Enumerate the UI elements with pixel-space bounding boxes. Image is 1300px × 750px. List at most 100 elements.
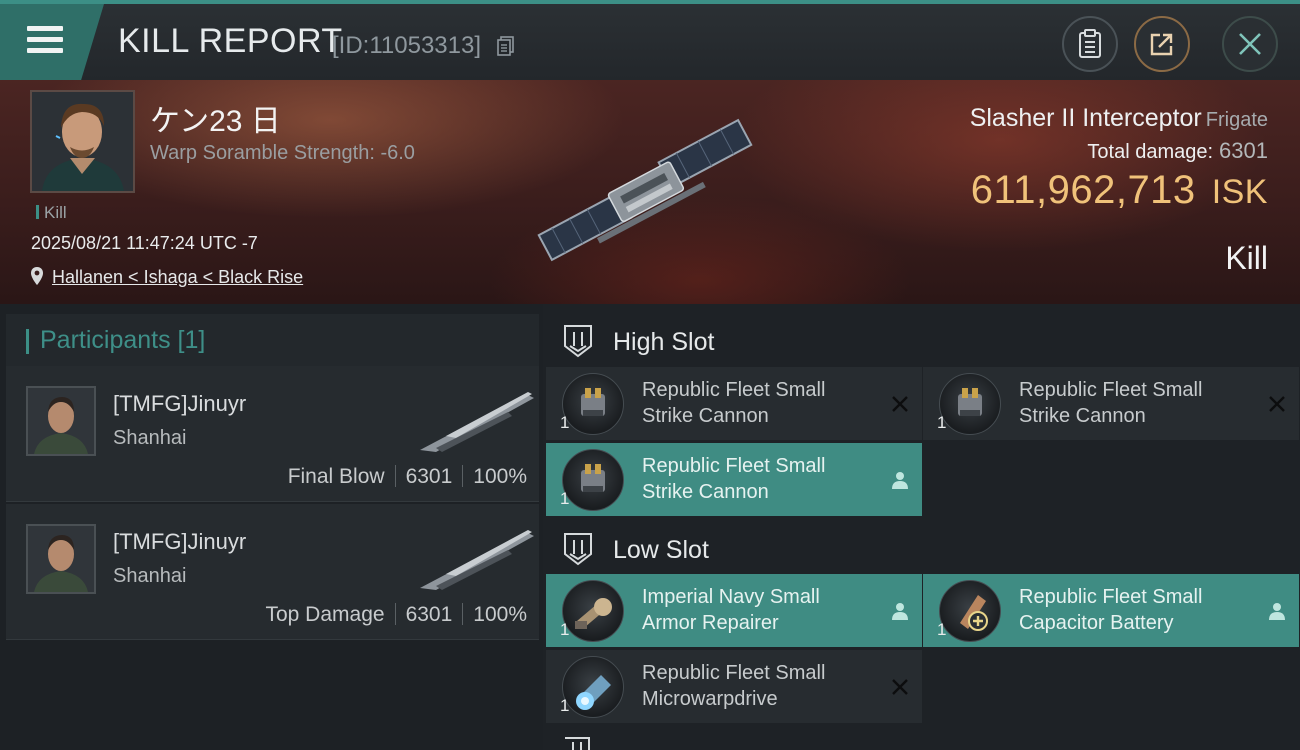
result-label: Kill [1225,240,1268,276]
module-name: Republic Fleet Small Microwarpdrive [642,662,826,710]
destroyed-x-icon [1269,396,1285,412]
strike-cannon-icon [939,373,1001,435]
participant-ship-image[interactable] [416,524,538,594]
top-bar: KILL REPORT [ID:11053313] [0,0,1300,80]
share-button[interactable] [1134,16,1190,72]
total-damage: Total damage: 6301 [1087,138,1268,164]
victim-pilot-name[interactable]: ケン23 日 [150,96,281,140]
low-slot-label: Low Slot [613,536,709,564]
capacitor-battery-icon [939,580,1001,642]
victim-portrait[interactable] [30,90,135,193]
module-item[interactable]: 1 Republic Fleet Small Capacitor Battery [923,574,1299,647]
participant-avatar[interactable] [26,524,96,594]
participant-name[interactable]: [TMFG]Jinuyr [113,529,246,555]
participant-row[interactable]: [TMFG]Jinuyr Shanhai Top Damage 6301 100% [6,504,539,640]
participant-row[interactable]: [TMFG]Jinuyr Shanhai Final Blow 6301 100% [6,366,539,502]
ship-name-text[interactable]: Slasher II Interceptor [970,104,1202,132]
divider [394,465,396,487]
location-pin-icon [31,267,43,285]
menu-icon-bar [27,48,63,53]
module-quantity: 1 [560,620,570,639]
menu-icon-bar [27,37,63,42]
copy-icon[interactable] [497,36,515,56]
victim-ship-name[interactable]: Slasher II Interceptor Frigate [970,104,1268,133]
dropped-person-icon [892,603,908,620]
armor-repairer-icon [562,580,624,642]
pilot-avatar [32,92,133,191]
ship-class: Frigate [1205,109,1268,131]
page-title: KILL REPORT [118,22,343,60]
victim-ship-image[interactable] [520,100,770,280]
participant-name[interactable]: [TMFG]Jinuyr [113,391,246,417]
divider [394,603,396,625]
module-item[interactable]: 1 Republic Fleet Small Strike Cannon [546,443,922,516]
participants-heading: Participants [1] [40,326,206,354]
close-icon [1239,33,1261,55]
fitting-panel: High Slot 1 Republic Fleet Small Strike … [543,304,1300,750]
low-slot-icon [564,533,592,566]
kill-location-link[interactable]: Hallanen < Ishaga < Black Rise [30,266,303,288]
module-item[interactable]: 1 Republic Fleet Small Strike Cannon [923,367,1299,440]
participants-header: Participants [1] [6,314,539,368]
module-quantity: 1 [937,413,947,432]
participant-role: Final Blow [287,465,385,488]
total-damage-label: Total damage: [1087,141,1214,163]
strike-cannon-icon [562,373,624,435]
participant-portrait [28,526,94,592]
microwarpdrive-icon [562,656,624,718]
isk-amount: 611,962,713 [970,168,1196,212]
isk-currency: ISK [1211,173,1268,211]
low-slot-header: Low Slot [543,516,1300,576]
module-item[interactable]: 1 Imperial Navy Small Armor Repairer [546,574,922,647]
participant-avatar[interactable] [26,386,96,456]
clipboard-icon [1079,29,1101,58]
menu-button[interactable] [0,4,104,80]
report-id: [ID:11053313] [332,32,482,59]
module-name: Republic Fleet Small Strike Cannon [1019,379,1203,427]
participant-portrait [28,388,94,454]
participant-ship-image[interactable] [416,386,538,456]
participant-percent: 100% [473,465,527,488]
tag-marker [36,205,39,219]
high-slot-label: High Slot [613,328,715,356]
participant-damage: 6301 [405,603,453,626]
participants-panel: Participants [1] [TMFG]Jinuyr Shanhai Fi… [0,304,543,750]
close-button[interactable] [1222,16,1278,72]
high-slot-icon [564,325,592,358]
destroyed-x-icon [892,679,908,695]
clipboard-button[interactable] [1062,16,1118,72]
module-quantity: 1 [560,489,570,508]
module-name: Imperial Navy Small Armor Repairer [642,586,820,634]
participant-damage: 6301 [405,465,453,488]
dropped-person-icon [1269,603,1285,620]
participant-percent: 100% [473,603,527,626]
strike-cannon-icon [562,449,624,511]
kill-tag-label: Kill [44,203,67,222]
header-accent [26,329,29,354]
divider [462,465,464,487]
module-name: Republic Fleet Small Capacitor Battery [1019,586,1203,634]
module-name: Republic Fleet Small Strike Cannon [642,455,826,503]
location-text[interactable]: Hallanen < Ishaga < Black Rise [52,267,303,287]
menu-icon [27,26,63,31]
module-name: Republic Fleet Small Strike Cannon [642,379,826,427]
victim-banner: ケン23 日 Warp Soramble Strength: -6.0 Kill… [0,80,1300,304]
module-item[interactable]: 1 Republic Fleet Small Microwarpdrive [546,650,922,723]
participant-corp: Shanhai [113,427,187,449]
kill-tag: Kill [36,203,67,223]
participant-corp: Shanhai [113,565,187,587]
module-item[interactable]: 1 Republic Fleet Small Strike Cannon [546,367,922,440]
isk-value: 611,962,713 ISK [971,168,1268,213]
module-quantity: 1 [937,620,947,639]
high-slot-header: High Slot [543,308,1300,368]
module-quantity: 1 [560,413,570,432]
participant-stats: Top Damage 6301 100% [265,603,527,627]
divider [462,603,464,625]
share-icon [1150,33,1173,56]
mid-slot-icon [565,737,590,750]
destroyed-x-icon [892,396,908,412]
participant-role: Top Damage [265,603,385,626]
kill-datetime: 2025/08/21 11:47:24 UTC -7 [31,233,258,253]
total-damage-value: 6301 [1219,138,1268,163]
module-quantity: 1 [560,696,570,715]
